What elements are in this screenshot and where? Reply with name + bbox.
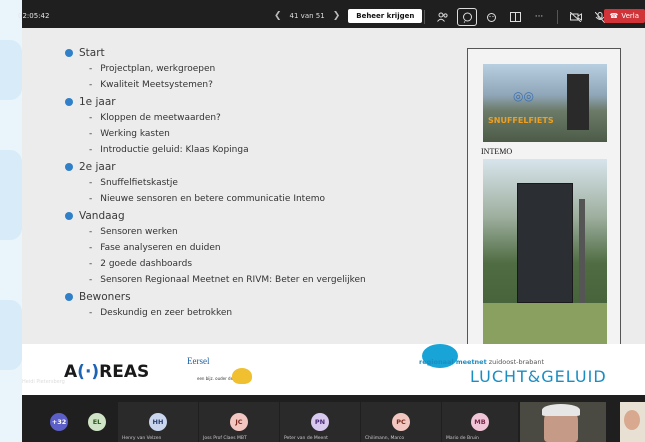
section-item: Sensoren werken — [65, 224, 366, 240]
participant-tile[interactable]: PN Peter van de Meent — [280, 402, 360, 442]
toolbar-divider — [557, 10, 558, 24]
avatar: MB — [471, 413, 489, 431]
rooms-icon[interactable] — [505, 8, 525, 26]
slide-navigation: ❮ 41 van 51 ❯ Beheer krijgen — [274, 9, 423, 23]
meeting-toolbar: 02:05:42 ❮ 41 van 51 ❯ Beheer krijgen ··… — [18, 6, 645, 28]
toolbar-icon-group: ··· — [420, 8, 634, 26]
left-decorative-strip — [0, 0, 22, 442]
decor-blob — [0, 40, 22, 100]
phone-icon: ☎ — [609, 12, 619, 20]
participant-tile[interactable]: EL — [77, 402, 117, 442]
bullet-dot-icon — [65, 211, 73, 220]
next-arrow-icon[interactable]: ❯ — [333, 11, 341, 21]
eersel-logo: Eersel een bijz. ouder de jaar — [167, 356, 252, 388]
section-item: 2 goede dashboards — [65, 256, 366, 272]
reactions-icon[interactable] — [481, 8, 501, 26]
bullet-dot-icon — [65, 292, 73, 301]
grass-area — [483, 303, 607, 349]
overflow-count-badge: +32 — [50, 413, 68, 431]
heart-leaf-icon — [232, 368, 252, 384]
overflow-participants-tile[interactable]: +32 — [44, 402, 74, 442]
section-heading: 2e jaar — [65, 158, 366, 175]
section-item: Projectplan, werkgroepen — [65, 61, 366, 77]
participant-name: Henry van Velzen — [122, 436, 162, 441]
avatar: HH — [149, 413, 167, 431]
sensor-device — [567, 74, 589, 130]
people-icon[interactable] — [433, 8, 453, 26]
participant-tile[interactable]: PC Chilimann, Marco — [361, 402, 441, 442]
toolbar-divider — [424, 10, 425, 24]
logo-bar: A(·)REAS Eersel een bijz. ouder de jaar … — [22, 344, 645, 395]
section-item: Snuffelfietskastje — [65, 175, 366, 191]
avatar: PN — [311, 413, 329, 431]
sensor-cabinet — [517, 183, 573, 303]
section-heading: Bewoners — [65, 288, 366, 305]
meeting-clock: 02:05:42 — [18, 12, 50, 20]
section-item: Deskundig en zeer betrokken — [65, 305, 366, 321]
lucht-geluid-logo: LUCHT&GELUID — [470, 367, 607, 386]
aireas-logo: A(·)REAS — [64, 362, 150, 382]
photo-frame: ◎◎ SNUFFELFIETS INTEMO — [467, 48, 621, 356]
section-item: Werking kasten — [65, 126, 366, 142]
leave-button-label: Verla — [621, 12, 639, 20]
section-item: Kwaliteit Meetsystemen? — [65, 77, 366, 93]
intemo-cabinet-photo — [483, 159, 607, 349]
slide-page-indicator: 41 van 51 — [289, 12, 325, 20]
camera-off-icon[interactable] — [566, 8, 586, 26]
prev-arrow-icon[interactable]: ❮ — [274, 11, 282, 21]
video-face — [624, 410, 640, 430]
participant-tile[interactable]: MB Mario de Bruin — [442, 402, 518, 442]
more-icon[interactable]: ··· — [529, 8, 549, 26]
photo-caption: INTEMO — [481, 147, 513, 156]
avatar: PC — [392, 413, 410, 431]
take-control-button[interactable]: Beheer krijgen — [348, 9, 423, 23]
snuffelfiets-photo: ◎◎ SNUFFELFIETS — [483, 64, 607, 142]
section-item: Introductie geluid: Klaas Kopinga — [65, 142, 366, 158]
section-item: Kloppen de meetwaarden? — [65, 110, 366, 126]
section-item: Fase analyseren en duiden — [65, 240, 366, 256]
participant-name: Peter van de Meent — [284, 436, 328, 441]
participant-tile[interactable]: JC Joss Prof Claes MBT — [199, 402, 279, 442]
video-hair — [542, 404, 580, 416]
participant-video-tile[interactable] — [620, 402, 645, 442]
slide-bullet-list: Start Projectplan, werkgroepen Kwaliteit… — [65, 44, 366, 321]
bike-icon: ◎◎ — [513, 89, 534, 103]
section-heading: Vandaag — [65, 207, 366, 224]
decor-blob — [0, 150, 22, 240]
bullet-dot-icon — [65, 48, 73, 57]
bullet-dot-icon — [65, 97, 73, 106]
participant-tile[interactable]: HH Henry van Velzen — [118, 402, 198, 442]
section-heading: Start — [65, 44, 366, 61]
presenter-label: Heidi Pietersberg — [22, 379, 65, 385]
bullet-dot-icon — [65, 162, 73, 171]
section-item: Sensoren Regionaal Meetnet en RIVM: Bete… — [65, 272, 366, 288]
participant-strip: +32 EL HH Henry van Velzen JC Joss Prof … — [22, 402, 645, 442]
avatar: EL — [88, 413, 106, 431]
shared-slide: Start Projectplan, werkgroepen Kwaliteit… — [22, 28, 645, 395]
section-item: Nieuwe sensoren en betere communicatie I… — [65, 191, 366, 207]
snuffelfiets-logo: SNUFFELFIETS — [488, 116, 554, 125]
participant-video-tile[interactable] — [520, 402, 606, 442]
avatar: JC — [230, 413, 248, 431]
participant-name: Mario de Bruin — [446, 436, 479, 441]
meetnet-logo-text: regionaal meetnet zuidoost-brabant — [419, 358, 545, 366]
section-heading: 1e jaar — [65, 93, 366, 110]
participant-name: Chilimann, Marco — [365, 436, 405, 441]
chat-icon[interactable] — [457, 8, 477, 26]
decor-blob — [0, 300, 22, 370]
leave-button[interactable]: ☎ Verla — [603, 9, 645, 23]
participant-name: Joss Prof Claes MBT — [203, 436, 247, 441]
